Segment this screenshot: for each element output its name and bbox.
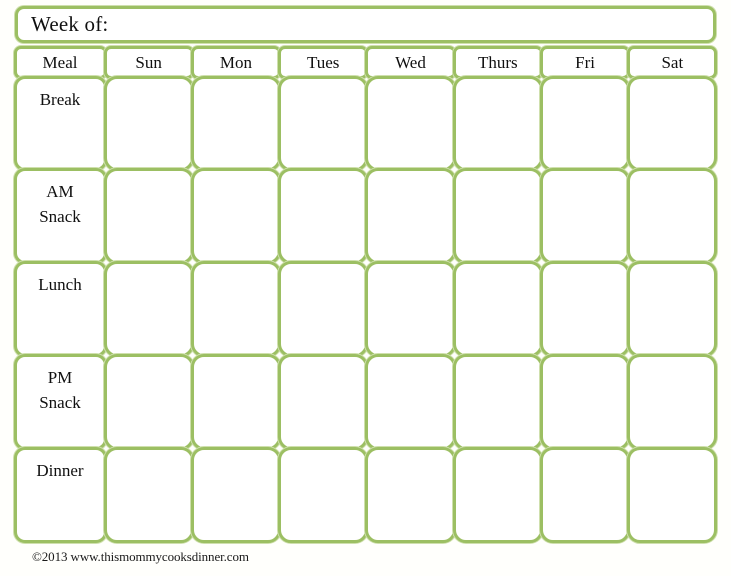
entry-cell-am-snack-sun[interactable] xyxy=(103,168,194,265)
row-label-dinner: Dinner xyxy=(13,446,107,543)
entry-cell-dinner-sat[interactable] xyxy=(627,446,718,543)
entry-cell-pm-snack-tues[interactable] xyxy=(278,353,369,450)
entry-cell-dinner-sun[interactable] xyxy=(103,446,194,543)
entry-cell-break-thurs[interactable] xyxy=(452,75,543,172)
week-of-field[interactable]: Week of: xyxy=(15,6,716,43)
row-label-am-snack: AM Snack xyxy=(13,168,107,265)
entry-cell-break-sat[interactable] xyxy=(627,75,718,172)
column-header-sat: Sat xyxy=(627,45,718,79)
meal-planner-grid: Meal Sun Mon Tues Wed Thurs Fri Sat Brea… xyxy=(13,45,718,543)
entry-cell-pm-snack-thurs[interactable] xyxy=(452,353,543,450)
entry-cell-am-snack-fri[interactable] xyxy=(539,168,631,265)
column-header-thurs: Thurs xyxy=(452,45,543,79)
entry-cell-lunch-thurs[interactable] xyxy=(452,261,543,357)
entry-cell-pm-snack-wed[interactable] xyxy=(365,353,456,450)
entry-cell-dinner-fri[interactable] xyxy=(539,446,631,543)
entry-cell-am-snack-mon[interactable] xyxy=(190,168,282,265)
entry-cell-dinner-thurs[interactable] xyxy=(452,446,543,543)
entry-cell-lunch-sat[interactable] xyxy=(627,261,718,357)
entry-cell-break-fri[interactable] xyxy=(539,75,631,172)
entry-cell-dinner-wed[interactable] xyxy=(365,446,456,543)
column-header-tues: Tues xyxy=(278,45,369,79)
meal-planner-page: Week of: Meal Sun Mon Tues Wed Thurs Fri… xyxy=(0,0,731,576)
entry-cell-am-snack-tues[interactable] xyxy=(278,168,369,265)
entry-cell-lunch-sun[interactable] xyxy=(103,261,194,357)
week-of-label: Week of: xyxy=(31,12,109,36)
entry-cell-break-mon[interactable] xyxy=(190,75,282,172)
row-label-lunch: Lunch xyxy=(13,261,107,357)
entry-cell-break-tues[interactable] xyxy=(278,75,369,172)
entry-cell-am-snack-sat[interactable] xyxy=(627,168,718,265)
entry-cell-lunch-fri[interactable] xyxy=(539,261,631,357)
entry-cell-lunch-wed[interactable] xyxy=(365,261,456,357)
entry-cell-lunch-mon[interactable] xyxy=(190,261,282,357)
row-label-break: Break xyxy=(13,75,107,172)
column-header-meal: Meal xyxy=(13,45,107,79)
entry-cell-break-wed[interactable] xyxy=(365,75,456,172)
entry-cell-break-sun[interactable] xyxy=(103,75,194,172)
entry-cell-am-snack-thurs[interactable] xyxy=(452,168,543,265)
entry-cell-lunch-tues[interactable] xyxy=(278,261,369,357)
entry-cell-dinner-tues[interactable] xyxy=(278,446,369,543)
entry-cell-dinner-mon[interactable] xyxy=(190,446,282,543)
footer-copyright: ©2013 www.thismommycooksdinner.com xyxy=(32,549,249,564)
column-header-fri: Fri xyxy=(539,45,631,79)
entry-cell-am-snack-wed[interactable] xyxy=(365,168,456,265)
row-label-pm-snack: PM Snack xyxy=(13,353,107,450)
entry-cell-pm-snack-fri[interactable] xyxy=(539,353,631,450)
entry-cell-pm-snack-sun[interactable] xyxy=(103,353,194,450)
column-header-sun: Sun xyxy=(103,45,194,79)
column-header-wed: Wed xyxy=(365,45,456,79)
entry-cell-pm-snack-mon[interactable] xyxy=(190,353,282,450)
column-header-mon: Mon xyxy=(190,45,282,79)
entry-cell-pm-snack-sat[interactable] xyxy=(627,353,718,450)
